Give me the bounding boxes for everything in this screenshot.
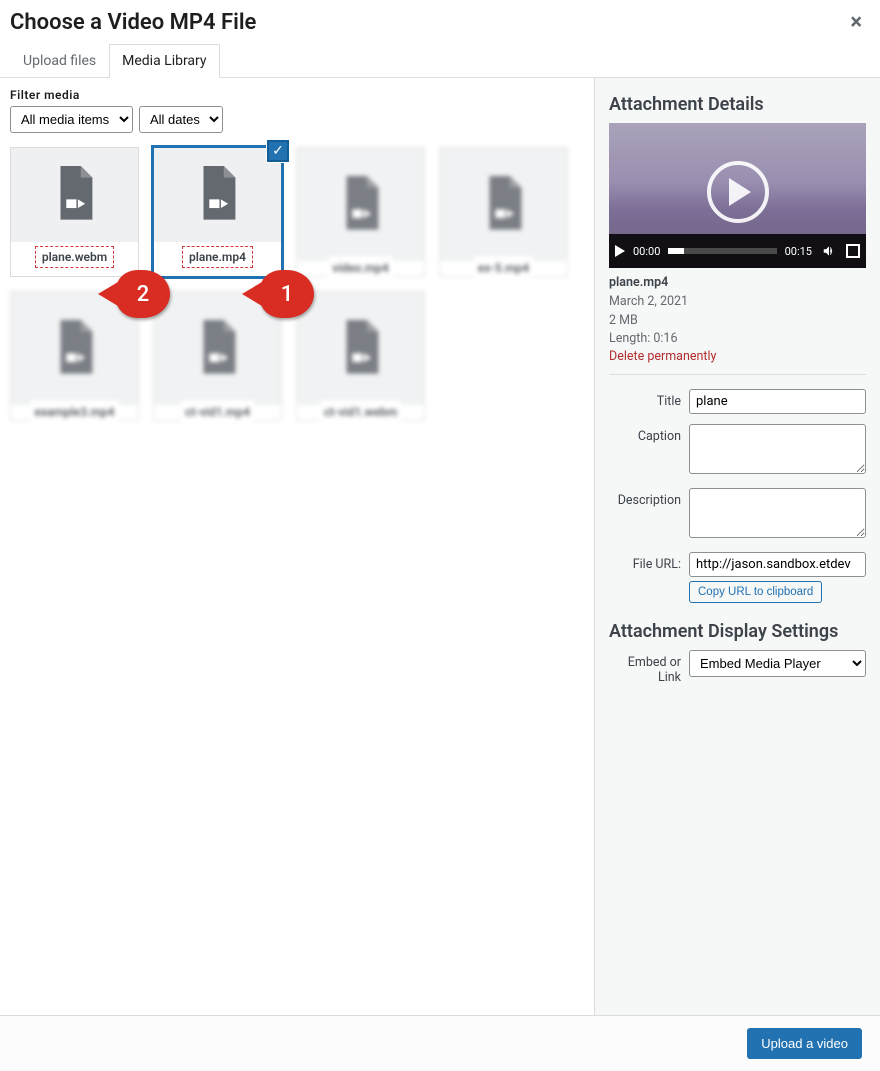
annotation-callout: 1 bbox=[260, 270, 314, 318]
filter-date-select[interactable]: All dates bbox=[139, 106, 223, 133]
delete-permanently-link[interactable]: Delete permanently bbox=[609, 349, 866, 364]
thumb-filename: ct-vid1.webm bbox=[320, 400, 401, 424]
video-current-time: 00:00 bbox=[633, 245, 660, 258]
title-input[interactable] bbox=[689, 389, 866, 414]
video-file-icon bbox=[154, 148, 281, 242]
check-icon[interactable]: ✓ bbox=[267, 140, 289, 162]
fullscreen-icon[interactable] bbox=[846, 244, 860, 258]
media-thumb[interactable]: ct-vid1.mp4 bbox=[153, 291, 282, 421]
embed-or-link-label: Embed or Link bbox=[609, 650, 689, 685]
thumb-filename: plane.webm bbox=[35, 246, 114, 268]
video-file-icon bbox=[297, 292, 424, 405]
media-thumb[interactable]: ct-vid1.webm bbox=[296, 291, 425, 421]
media-thumb[interactable]: plane.mp4✓ bbox=[153, 147, 282, 277]
video-preview[interactable]: 00:00 00:15 bbox=[609, 123, 866, 268]
modal-footer: Upload a video bbox=[0, 1015, 880, 1071]
caption-textarea[interactable] bbox=[689, 424, 866, 474]
attachment-filename: plane.mp4 bbox=[609, 275, 668, 290]
media-thumb[interactable]: plane.webm bbox=[10, 147, 139, 277]
thumb-filename: ct-vid1.mp4 bbox=[181, 400, 254, 424]
thumb-filename: ex-5.mp4 bbox=[474, 256, 533, 280]
attachment-details-heading: Attachment Details bbox=[609, 94, 866, 115]
tab-media-library[interactable]: Media Library bbox=[109, 44, 219, 78]
media-thumb[interactable]: ex-5.mp4 bbox=[439, 147, 568, 277]
filter-type-select[interactable]: All media items bbox=[10, 106, 133, 133]
volume-icon[interactable] bbox=[820, 244, 838, 258]
file-url-input[interactable] bbox=[689, 552, 866, 577]
thumb-filename: video.mp4 bbox=[328, 256, 393, 280]
video-controls: 00:00 00:15 bbox=[609, 234, 866, 268]
description-label: Description bbox=[609, 488, 689, 508]
attachment-size: 2 MB bbox=[609, 312, 866, 331]
video-file-icon bbox=[297, 148, 424, 261]
tabs: Upload files Media Library bbox=[0, 43, 880, 78]
description-textarea[interactable] bbox=[689, 488, 866, 538]
video-seekbar[interactable] bbox=[668, 248, 776, 254]
caption-label: Caption bbox=[609, 424, 689, 444]
title-label: Title bbox=[609, 389, 689, 409]
video-file-icon bbox=[154, 292, 281, 405]
video-file-icon bbox=[440, 148, 567, 261]
play-small-icon[interactable] bbox=[615, 245, 625, 257]
filter-media-label: Filter media bbox=[10, 88, 584, 102]
copy-url-button[interactable]: Copy URL to clipboard bbox=[689, 581, 822, 603]
upload-video-button[interactable]: Upload a video bbox=[747, 1028, 862, 1059]
tab-upload-files[interactable]: Upload files bbox=[10, 44, 109, 78]
modal-title: Choose a Video MP4 File bbox=[10, 10, 256, 35]
media-thumb[interactable]: video.mp4 bbox=[296, 147, 425, 277]
attachment-length: Length: 0:16 bbox=[609, 330, 866, 349]
thumb-filename: plane.mp4 bbox=[182, 246, 253, 268]
file-url-label: File URL: bbox=[609, 552, 689, 572]
play-icon[interactable] bbox=[707, 161, 769, 223]
attachment-date: March 2, 2021 bbox=[609, 293, 866, 312]
video-duration: 00:15 bbox=[785, 245, 812, 258]
video-file-icon bbox=[11, 148, 138, 242]
display-settings-heading: Attachment Display Settings bbox=[609, 621, 866, 642]
embed-or-link-select[interactable]: Embed Media Player bbox=[689, 650, 866, 677]
annotation-callout: 2 bbox=[116, 270, 170, 318]
close-icon[interactable]: × bbox=[850, 12, 862, 34]
thumb-filename: example3.mp4 bbox=[30, 400, 118, 424]
divider bbox=[609, 374, 866, 375]
